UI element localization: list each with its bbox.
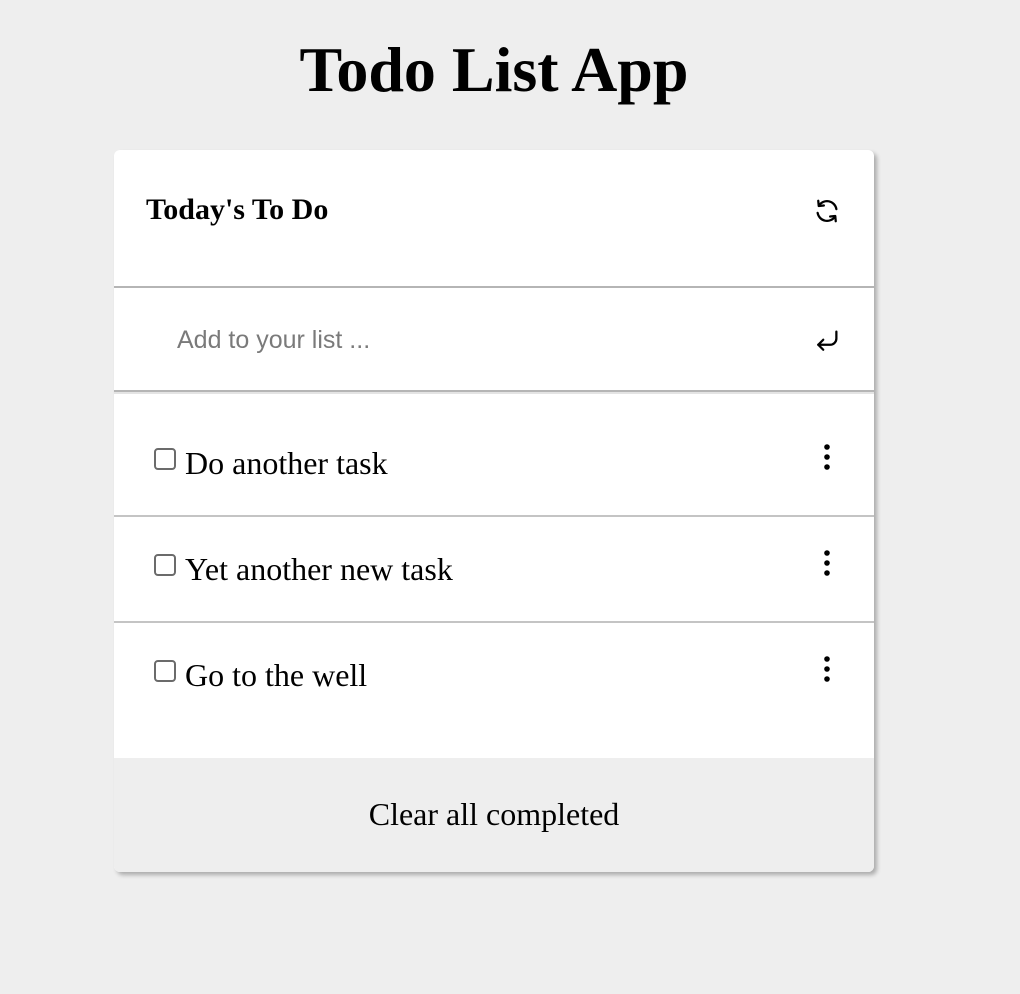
- list-divider: [114, 392, 874, 394]
- task-label: Yet another new task: [185, 551, 453, 587]
- task-checkbox[interactable]: [154, 554, 176, 576]
- more-vertical-icon: [824, 444, 830, 470]
- refresh-icon: [816, 199, 838, 223]
- task-menu-button[interactable]: [814, 440, 840, 474]
- task-menu-button[interactable]: [814, 546, 840, 580]
- task-checkbox[interactable]: [154, 660, 176, 682]
- task-label: Do another task: [185, 445, 388, 481]
- task-item: Do another task: [114, 410, 874, 517]
- task-item: Yet another new task: [114, 516, 874, 623]
- more-vertical-icon: [824, 656, 830, 682]
- task-label: Go to the well: [185, 657, 368, 693]
- card-footer: Clear all completed: [114, 758, 874, 872]
- task-item: Go to the well: [114, 622, 874, 727]
- add-task-row: [114, 288, 874, 392]
- enter-return-icon: [817, 330, 838, 351]
- task-checkbox[interactable]: [154, 448, 176, 470]
- refresh-button[interactable]: [812, 196, 842, 226]
- todo-card: Today's To Do Do another task: [114, 150, 874, 872]
- clear-completed-button[interactable]: Clear all completed: [114, 794, 874, 834]
- task-menu-button[interactable]: [814, 652, 840, 686]
- card-title: Today's To Do: [146, 193, 329, 226]
- add-task-input[interactable]: [177, 320, 737, 360]
- add-task-submit-button[interactable]: [812, 326, 842, 356]
- page-title: Todo List App: [299, 34, 689, 105]
- card-header: Today's To Do: [114, 150, 874, 288]
- more-vertical-icon: [824, 550, 830, 576]
